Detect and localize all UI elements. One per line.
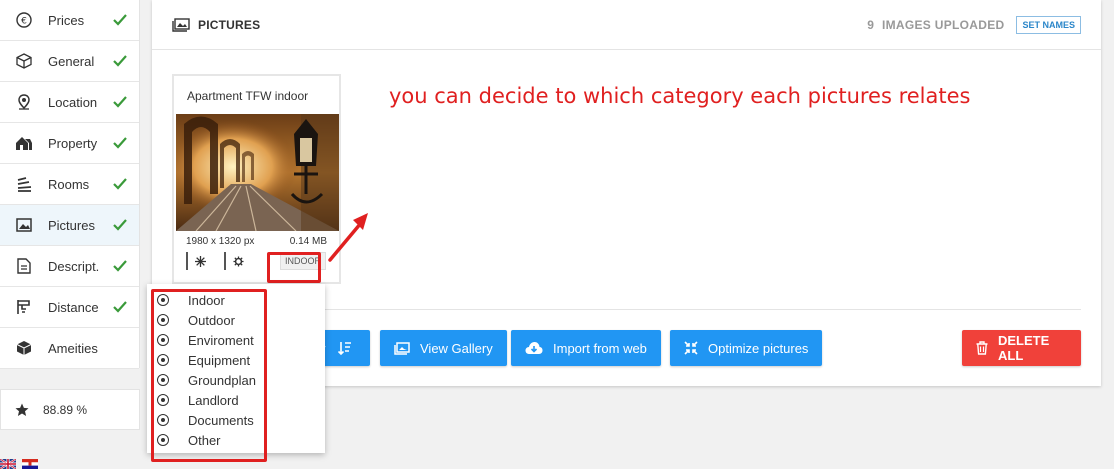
uk-flag-icon[interactable]: [0, 459, 16, 469]
sidebar-item-location[interactable]: Location: [0, 82, 139, 123]
sidebar-item-label: Property: [48, 135, 98, 151]
completion-score: 88.89 %: [0, 389, 140, 430]
sidebar-item-rooms[interactable]: Rooms: [0, 164, 139, 205]
sidebar-item-description[interactable]: Descript.: [0, 246, 139, 287]
optimize-pictures-button[interactable]: Optimize pictures: [670, 330, 823, 366]
dropdown-highlight-box: [151, 289, 267, 462]
sidebar-item-pictures[interactable]: Pictures: [0, 205, 139, 246]
cube-icon: [14, 51, 34, 71]
annotation-text: you can decide to which category each pi…: [389, 84, 971, 108]
score-value: 88.89 %: [43, 402, 88, 417]
sidebar-item-amenities[interactable]: Ameities: [0, 328, 139, 369]
images-uploaded-label: IMAGES UPLOADED: [881, 17, 1005, 32]
snowflake-icon: [194, 255, 206, 267]
sidebar-item-distance[interactable]: Distance: [0, 287, 139, 328]
trash-icon: [976, 341, 988, 355]
croatia-flag-icon[interactable]: [22, 459, 38, 469]
bed-icon: [14, 174, 34, 194]
optimize-label: Optimize pictures: [708, 340, 809, 356]
check-icon: [113, 14, 139, 26]
card-header: PICTURES 9 IMAGES UPLOADED SET NAMES: [152, 0, 1101, 50]
card-title: PICTURES: [198, 17, 261, 32]
view-gallery-label: View Gallery: [420, 340, 493, 356]
language-flags: [0, 459, 38, 469]
view-gallery-button[interactable]: View Gallery: [380, 330, 507, 366]
star-icon: [15, 403, 29, 417]
check-icon: [113, 55, 139, 67]
settings-button[interactable]: [224, 252, 250, 270]
pictures-header-icon: [172, 17, 190, 32]
sidebar-item-general[interactable]: General: [0, 41, 139, 82]
import-web-label: Import from web: [553, 340, 647, 356]
sidebar-item-label: Descript.: [48, 258, 100, 274]
compress-icon: [684, 341, 698, 355]
picture-thumbnail[interactable]: [176, 114, 339, 231]
sidebar-item-label: Rooms: [48, 176, 90, 192]
euro-icon: €: [14, 10, 34, 30]
check-icon: [113, 219, 139, 231]
rotate-button[interactable]: [186, 252, 212, 270]
check-icon: [113, 137, 139, 149]
cloud-download-icon: [525, 341, 543, 355]
images-count: 9: [867, 17, 874, 32]
check-icon: [113, 96, 139, 108]
check-icon: [113, 178, 139, 190]
svg-text:€: €: [21, 17, 27, 27]
check-icon: [113, 301, 139, 313]
check-icon: [113, 260, 139, 272]
gear-icon: [232, 255, 244, 267]
sidebar-item-label: Pictures: [48, 217, 95, 233]
sidebar-item-prices[interactable]: € Prices: [0, 0, 139, 41]
sort-icon: [337, 341, 352, 355]
sidebar-item-label: General: [48, 53, 95, 69]
picture-title: Apartment TFW indoor: [187, 89, 309, 103]
sidebar-item-label: Distance: [48, 299, 99, 315]
sidebar: € Prices General Location Property Rooms: [0, 0, 140, 369]
sidebar-item-property[interactable]: Property: [0, 123, 139, 164]
sidebar-item-label: Ameities: [48, 340, 98, 356]
document-icon: [14, 256, 34, 276]
map-pin-icon: [14, 92, 34, 112]
sidebar-item-label: Location: [48, 94, 98, 110]
category-highlight-box: [267, 252, 321, 283]
annotation-arrow: [328, 213, 368, 262]
import-web-button[interactable]: Import from web: [511, 330, 661, 366]
image-icon: [14, 215, 34, 235]
distance-icon: [14, 297, 34, 317]
delete-all-label: DELETE ALL: [998, 333, 1050, 363]
delete-all-button[interactable]: DELETE ALL: [962, 330, 1081, 366]
sidebar-item-label: Prices: [48, 12, 85, 28]
picture-meta: 1980 x 1320 px 0.14 MB: [174, 231, 339, 247]
house-icon: [14, 133, 34, 153]
box-icon: [14, 338, 34, 358]
set-names-button[interactable]: SET NAMES: [1016, 15, 1081, 34]
picture-filesize: 0.14 MB: [289, 236, 327, 247]
gallery-icon: [394, 341, 410, 355]
picture-dimensions: 1980 x 1320 px: [186, 236, 255, 247]
